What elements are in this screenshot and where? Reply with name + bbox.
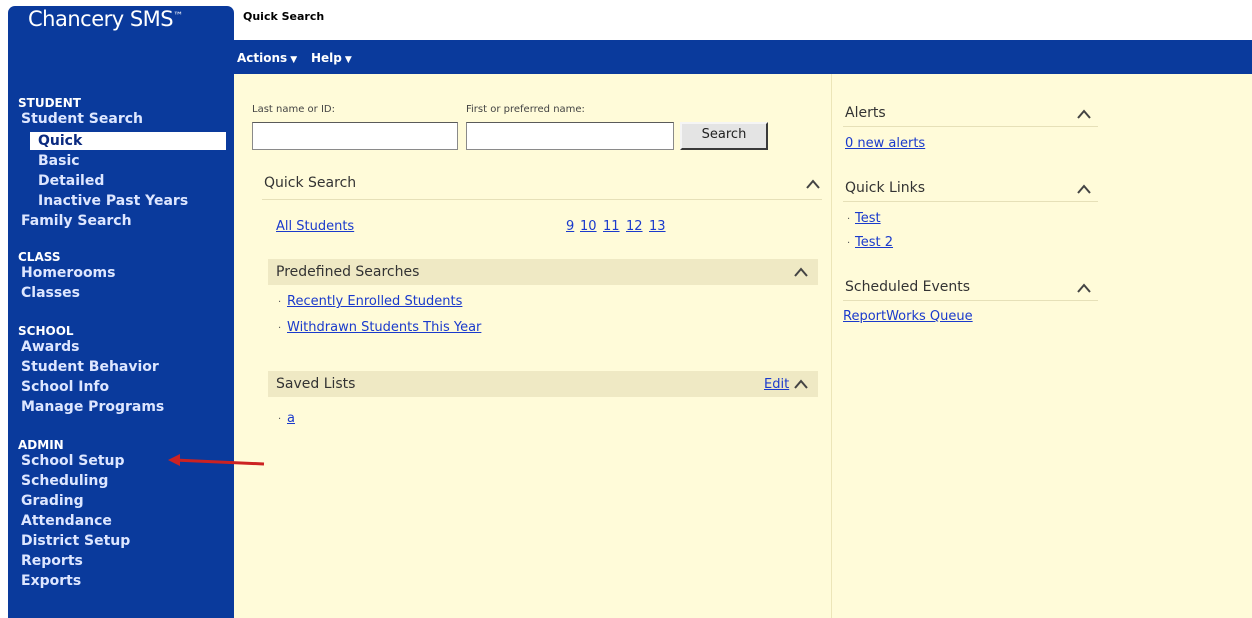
sidebar-item-reports[interactable]: Reports [21, 552, 83, 570]
sidebar-item-school-info[interactable]: School Info [21, 378, 109, 396]
help-menu[interactable]: Help ▼ [311, 51, 352, 65]
brand-logo: Chancery SMS™ [8, 6, 234, 40]
sidebar-item-inactive-past-years[interactable]: Inactive Past Years [38, 192, 188, 210]
bullet-icon: · [847, 214, 851, 225]
chevron-up-icon[interactable] [793, 378, 809, 390]
sidebar-item-student-search[interactable]: Student Search [21, 110, 143, 128]
column-divider [831, 74, 832, 618]
recently-enrolled-link[interactable]: Recently Enrolled Students [287, 294, 462, 309]
chevron-up-icon[interactable] [1076, 108, 1092, 120]
grade-12-link[interactable]: 12 [626, 219, 643, 234]
section-divider [843, 126, 1098, 127]
grade-13-link[interactable]: 13 [649, 219, 666, 234]
last-name-label: Last name or ID: [252, 104, 335, 115]
bullet-icon: · [847, 238, 851, 249]
bullet-icon: · [278, 414, 282, 425]
saved-lists-title: Saved Lists [276, 376, 356, 392]
chevron-down-icon: ▼ [290, 55, 298, 65]
sidebar-item-exports[interactable]: Exports [21, 572, 81, 590]
quick-link-test-2[interactable]: Test 2 [855, 235, 893, 250]
all-students-link[interactable]: All Students [276, 219, 354, 234]
quick-links-title: Quick Links [845, 180, 926, 196]
sidebar-item-family-search[interactable]: Family Search [21, 212, 132, 230]
section-divider [843, 201, 1098, 202]
search-button[interactable]: Search [680, 122, 768, 150]
chevron-up-icon[interactable] [805, 178, 821, 190]
sidebar-item-grading[interactable]: Grading [21, 492, 84, 510]
alerts-title: Alerts [845, 105, 886, 121]
sidebar-item-detailed[interactable]: Detailed [38, 172, 104, 190]
quick-search-title: Quick Search [264, 175, 357, 191]
nav-heading-school: SCHOOL [18, 324, 74, 338]
new-alerts-link[interactable]: 0 new alerts [845, 136, 925, 151]
chevron-up-icon[interactable] [1076, 282, 1092, 294]
bullet-icon: · [278, 297, 282, 308]
sidebar-item-attendance[interactable]: Attendance [21, 512, 112, 530]
app-window: Chancery SMS™ Quick Search Actions ▼ Help… [0, 0, 1252, 618]
predefined-searches-title: Predefined Searches [276, 264, 420, 280]
sidebar-item-student-behavior[interactable]: Student Behavior [21, 358, 159, 376]
withdrawn-students-link[interactable]: Withdrawn Students This Year [287, 320, 481, 335]
annotation-arrow-icon [168, 454, 265, 466]
trademark-symbol: ™ [173, 11, 183, 22]
sidebar-item-scheduling[interactable]: Scheduling [21, 472, 108, 490]
saved-lists-edit-link[interactable]: Edit [764, 377, 789, 392]
actions-menu[interactable]: Actions ▼ [237, 51, 297, 65]
chevron-down-icon: ▼ [344, 55, 352, 65]
brand-name: Chancery SMS [28, 7, 174, 31]
sidebar-item-basic[interactable]: Basic [38, 152, 80, 170]
actions-menu-label: Actions [237, 51, 288, 65]
chevron-up-icon[interactable] [1076, 183, 1092, 195]
bullet-icon: · [278, 323, 282, 334]
grade-9-link[interactable]: 9 [566, 219, 574, 234]
reportworks-queue-link[interactable]: ReportWorks Queue [843, 309, 973, 324]
sidebar-item-district-setup[interactable]: District Setup [21, 532, 130, 550]
nav-heading-student: STUDENT [18, 96, 81, 110]
nav-heading-admin: ADMIN [18, 438, 64, 452]
sidebar-item-school-setup[interactable]: School Setup [21, 452, 125, 470]
sidebar-nav: STUDENT Student Search Quick Basic Detai… [8, 74, 234, 618]
nav-heading-class: CLASS [18, 250, 61, 264]
sidebar-item-awards[interactable]: Awards [21, 338, 79, 356]
section-divider [843, 300, 1098, 301]
last-name-input[interactable] [252, 122, 458, 150]
saved-list-item-link[interactable]: a [287, 411, 295, 426]
first-name-input[interactable] [466, 122, 674, 150]
action-bar: Actions ▼ Help ▼ [8, 40, 1252, 74]
page-title: Quick Search [243, 10, 325, 23]
sidebar-item-quick[interactable]: Quick [30, 132, 226, 150]
scheduled-events-title: Scheduled Events [845, 279, 971, 295]
main-panel [234, 74, 1252, 618]
sidebar-item-homerooms[interactable]: Homerooms [21, 264, 115, 282]
quick-link-test[interactable]: Test [855, 211, 881, 226]
first-name-label: First or preferred name: [466, 104, 585, 115]
chevron-up-icon[interactable] [793, 266, 809, 278]
section-divider [262, 199, 822, 200]
sidebar-item-manage-programs[interactable]: Manage Programs [21, 398, 164, 416]
grade-10-link[interactable]: 10 [580, 219, 597, 234]
sidebar-item-classes[interactable]: Classes [21, 284, 80, 302]
grade-11-link[interactable]: 11 [603, 219, 620, 234]
help-menu-label: Help [311, 51, 342, 65]
